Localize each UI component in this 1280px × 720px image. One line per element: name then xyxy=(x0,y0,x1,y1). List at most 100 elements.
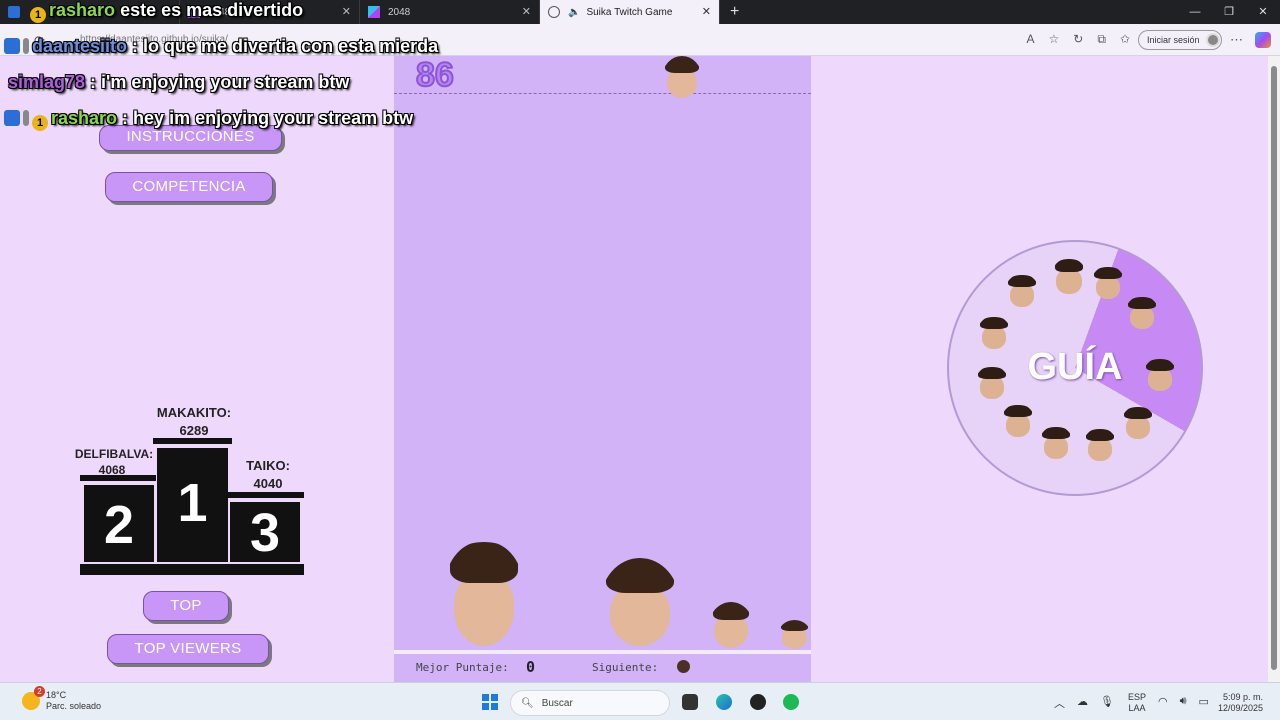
favorite-star-icon[interactable]: ☆ xyxy=(1049,32,1060,47)
taskbar-search[interactable]: 🔍︎ Buscar xyxy=(510,690,670,716)
onedrive-icon[interactable]: ☁ xyxy=(1077,695,1088,711)
game-over-line xyxy=(394,93,811,94)
extensions-icon[interactable]: ⧉ xyxy=(1097,32,1106,47)
weather-widget[interactable]: 18°C Parc. soleado xyxy=(22,686,102,712)
minimize-icon[interactable]: — xyxy=(1178,0,1212,24)
status-icons: ◠ 🔊︎ ▭ xyxy=(1158,695,1209,708)
scrollbar-thumb[interactable] xyxy=(1271,66,1277,670)
chat-message: 1 rasharo este es mas divertido xyxy=(30,0,303,23)
windows-taskbar: 18°C Parc. soleado 🔍︎ Buscar ︿ ☁ 🎙︎ ESP … xyxy=(0,682,1280,720)
guide-face-icon xyxy=(1091,266,1125,300)
podium-first-score: 6289 xyxy=(179,423,209,438)
globe-icon xyxy=(548,6,560,18)
address-bar-actions: A ☆ ↻ ⧉ ✩ xyxy=(1027,32,1130,47)
scrollbar[interactable] xyxy=(1268,56,1280,682)
guide-face-icon xyxy=(1083,428,1117,462)
weather-sun-icon xyxy=(22,686,45,710)
guide-face-icon xyxy=(1039,426,1073,460)
search-icon: 🔍︎ xyxy=(521,697,534,709)
file-explorer-icon[interactable] xyxy=(682,694,698,710)
signin-button[interactable]: Iniciar sesión xyxy=(1138,30,1222,50)
copilot-icon[interactable] xyxy=(1255,32,1271,48)
fruit-guide-circle: GUÍA xyxy=(947,240,1203,496)
obs-icon[interactable] xyxy=(750,694,766,710)
window-controls: — ❐ ✕ xyxy=(1178,0,1280,24)
edge-icon[interactable] xyxy=(716,694,732,710)
chat-text: lo que me divertia con esta mierda xyxy=(143,36,439,56)
guide-face-icon xyxy=(1001,404,1035,438)
tab-suika[interactable]: 🔈 Suika Twitch Game ✕ xyxy=(540,0,720,24)
wifi-icon[interactable]: ◠ xyxy=(1158,695,1168,708)
sword-badge-icon xyxy=(23,110,29,126)
close-icon[interactable]: ✕ xyxy=(342,5,351,18)
game-status-bar: Mejor Puntaje: 0 Siguiente: xyxy=(394,654,811,682)
spotify-icon[interactable] xyxy=(783,694,799,710)
fruit-small xyxy=(709,602,753,650)
language-indicator[interactable]: ESP LAA xyxy=(1128,692,1146,714)
podium-third-block: 3 xyxy=(230,502,300,563)
current-score: 86 xyxy=(415,55,455,95)
system-tray: ︿ ☁ 🎙︎ xyxy=(1054,695,1114,711)
tray-chevron-icon[interactable]: ︿ xyxy=(1054,695,1065,711)
twitch-icon xyxy=(8,6,20,18)
keyboard-layout: LAA xyxy=(1128,703,1146,713)
microphone-icon[interactable]: 🎙︎ xyxy=(1100,695,1114,711)
clock[interactable]: 5:09 p. m. 12/09/2025 xyxy=(1218,692,1263,714)
podium-third-name: TAIKO: xyxy=(246,458,290,473)
read-aloud-icon[interactable]: A xyxy=(1027,32,1035,47)
podium-base xyxy=(80,564,304,575)
restore-icon[interactable]: ❐ xyxy=(1212,0,1246,24)
subscriber-badge-icon: 1 xyxy=(30,7,46,23)
battery-icon[interactable]: ▭ xyxy=(1199,695,1209,708)
close-icon[interactable]: ✕ xyxy=(702,5,711,18)
weather-desc: Parc. soleado xyxy=(46,701,102,711)
close-icon[interactable]: ✕ xyxy=(522,5,531,18)
podium-first-name: MAKAKITO: xyxy=(156,405,232,420)
guide-face-icon xyxy=(1051,258,1087,296)
podium-second-cap xyxy=(80,475,156,481)
game-container[interactable]: 86 xyxy=(394,55,811,650)
podium-third-cap xyxy=(228,492,304,498)
chat-separator: : xyxy=(85,72,102,92)
competition-button[interactable]: COMPETENCIA xyxy=(105,172,273,202)
fruit-large xyxy=(444,542,524,650)
chat-message: 1 rasharo : hey im enjoying your stream b… xyxy=(4,108,413,131)
chat-message: daantesiito : lo que me divertia con est… xyxy=(4,36,438,57)
favorites-icon[interactable]: ✩ xyxy=(1120,32,1130,47)
tab-title: Suika Twitch Game xyxy=(586,6,673,18)
speaker-icon[interactable]: 🔈 xyxy=(568,7,580,18)
volume-icon[interactable]: 🔊︎ xyxy=(1180,695,1187,708)
windows-start-icon[interactable] xyxy=(482,694,498,710)
tab-title: 2048 xyxy=(388,6,411,18)
chat-text: hey im enjoying your stream btw xyxy=(133,108,414,128)
refresh-icon[interactable]: ↻ xyxy=(1073,32,1083,47)
weather-temp: 18°C xyxy=(46,690,67,700)
language-code: ESP xyxy=(1128,692,1147,702)
top-button[interactable]: TOP xyxy=(143,591,229,621)
chat-username: simlag78 xyxy=(8,72,86,92)
held-fruit xyxy=(662,56,702,100)
game-2048-icon xyxy=(368,6,380,18)
more-menu-icon[interactable]: ⋯ xyxy=(1230,32,1243,48)
best-score-label: Mejor Puntaje: xyxy=(416,661,509,674)
close-window-icon[interactable]: ✕ xyxy=(1246,0,1280,24)
chat-separator: : xyxy=(127,36,144,56)
sword-badge-icon xyxy=(23,38,29,54)
best-score-value: 0 xyxy=(526,658,536,676)
podium-first-block: 1 xyxy=(157,448,228,562)
subscriber-badge-icon: 1 xyxy=(32,115,48,131)
top-viewers-button[interactable]: TOP VIEWERS xyxy=(107,634,269,664)
podium-second-block: 2 xyxy=(84,485,154,562)
guide-face-icon xyxy=(1005,274,1039,308)
chat-message: simlag78 : i'm enjoying your stream btw xyxy=(8,72,349,93)
tab-2048-b[interactable]: 2048 ✕ xyxy=(360,0,540,24)
chat-username: daantesiito xyxy=(32,36,128,56)
new-tab-button[interactable]: + xyxy=(720,0,749,24)
chat-separator: : xyxy=(117,108,134,128)
chat-text: este es mas divertido xyxy=(120,0,304,20)
chat-username: rasharo xyxy=(49,0,116,20)
clock-date: 12/09/2025 xyxy=(1218,703,1264,713)
chat-text: i'm enjoying your stream btw xyxy=(101,72,350,92)
guide-title: GUÍA xyxy=(1027,346,1123,388)
guide-face-icon xyxy=(1121,406,1155,440)
